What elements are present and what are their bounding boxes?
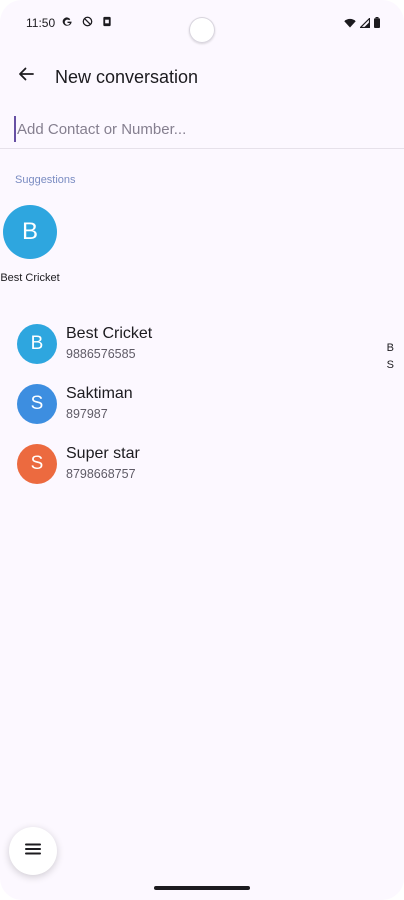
index-letter-s[interactable]: S bbox=[387, 357, 394, 374]
status-icons-right bbox=[344, 15, 380, 33]
app-bar: New conversation bbox=[0, 54, 404, 102]
google-icon bbox=[61, 15, 73, 27]
suggestion-name: Best Cricket bbox=[0, 272, 60, 284]
contact-number: 897987 bbox=[66, 407, 108, 421]
status-bar: 11:50 bbox=[0, 0, 404, 44]
back-button[interactable] bbox=[10, 60, 42, 92]
screen: 11:50 New conversation Add Contact or Nu… bbox=[0, 0, 404, 900]
contact-number: 8798668757 bbox=[66, 467, 136, 481]
battery-icon bbox=[374, 15, 380, 33]
arrow-left-icon bbox=[17, 65, 35, 88]
avatar-initial: S bbox=[30, 393, 44, 414]
sim-icon bbox=[101, 15, 113, 27]
camera-cutout bbox=[189, 17, 215, 43]
status-icons-left bbox=[61, 15, 113, 27]
contact-name: Super star bbox=[66, 445, 140, 462]
contact-row[interactable]: B Best Cricket 9886576585 bbox=[0, 316, 404, 376]
contact-row[interactable]: S Saktiman 897987 bbox=[0, 376, 404, 436]
contact-number: 9886576585 bbox=[66, 347, 136, 361]
avatar: B bbox=[17, 324, 57, 364]
avatar-initial: B bbox=[30, 333, 44, 354]
dnd-icon bbox=[81, 15, 93, 27]
status-time: 11:50 bbox=[26, 16, 56, 30]
avatar: S bbox=[17, 444, 57, 484]
page-title: New conversation bbox=[55, 67, 199, 87]
contact-name: Saktiman bbox=[66, 385, 133, 402]
avatar: S bbox=[17, 384, 57, 424]
menu-icon bbox=[24, 842, 42, 861]
contact-list: B Best Cricket 9886576585 S Saktiman 897… bbox=[0, 316, 404, 496]
avatar-initial: S bbox=[30, 453, 44, 474]
suggestion-item[interactable]: B Best Cricket bbox=[0, 205, 60, 285]
contact-row[interactable]: S Super star 8798668757 bbox=[0, 436, 404, 496]
contact-name: Best Cricket bbox=[66, 325, 153, 342]
suggestions-heading: Suggestions bbox=[15, 174, 76, 186]
gesture-bar[interactable] bbox=[154, 886, 250, 890]
contact-input-row bbox=[0, 112, 404, 149]
avatar: B bbox=[3, 205, 57, 259]
signal-icon bbox=[359, 15, 371, 33]
contact-search-input[interactable] bbox=[14, 116, 387, 142]
index-letter-b[interactable]: B bbox=[387, 340, 394, 357]
wifi-icon bbox=[344, 15, 356, 33]
index-scroller: B S bbox=[387, 340, 394, 374]
menu-button[interactable] bbox=[9, 827, 57, 875]
avatar-initial: B bbox=[21, 218, 38, 245]
